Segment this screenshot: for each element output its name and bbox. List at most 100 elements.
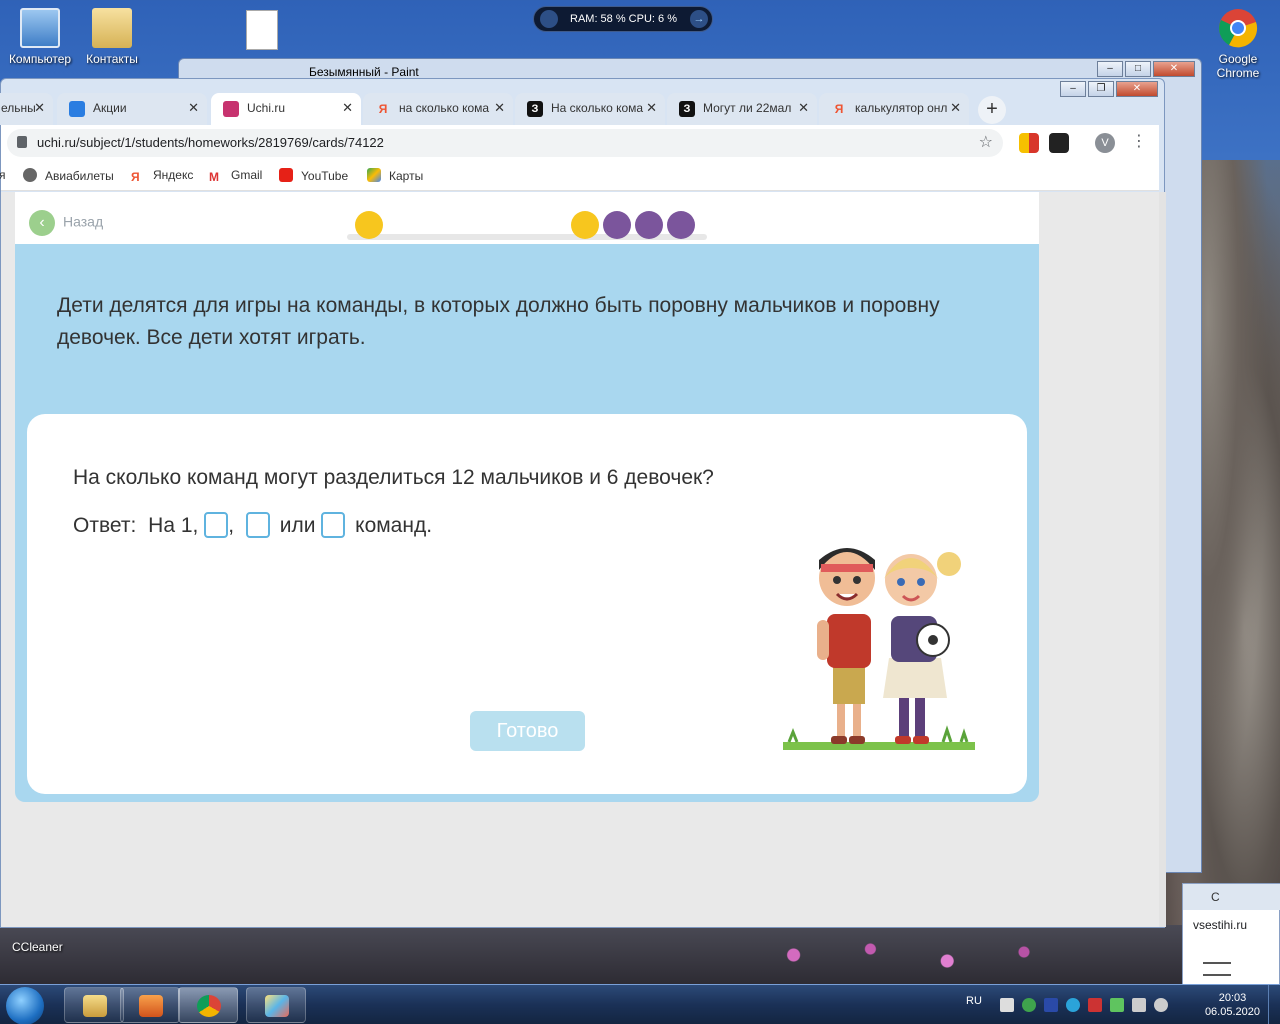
desktop-icon-ccleaner[interactable]: CCleaner <box>12 940 63 954</box>
tab-title: ельны <box>1 101 36 115</box>
chrome-icon <box>1219 9 1258 48</box>
chrome-icon <box>197 995 221 1017</box>
tab-1[interactable]: Акции ✕ <box>57 93 207 125</box>
clock[interactable]: 20:03 06.05.2020 <box>1205 991 1260 1019</box>
document-icon <box>246 10 278 50</box>
secondary-url[interactable]: vsestihi.ru <box>1193 918 1247 932</box>
secondary-tab[interactable]: С <box>1183 884 1280 910</box>
answer-blank-1[interactable] <box>204 512 229 538</box>
menu-kebab-icon[interactable]: ⋮ <box>1131 131 1147 151</box>
punto-icon[interactable] <box>1044 998 1058 1012</box>
task-intro: Дети делятся для игры на команды, в кото… <box>57 294 940 349</box>
chevron-left-icon: ‹ <box>29 210 55 236</box>
system-monitor-gadget: RAM: 58 % CPU: 6 % → <box>533 6 713 32</box>
bookmark-item-yandex[interactable]: Я Яндекс <box>131 168 193 184</box>
start-button[interactable] <box>6 987 44 1024</box>
desktop-icon-document[interactable] <box>222 10 302 54</box>
browser-window: – ❐ ✕ ельны ✕ Акции ✕ Uchi.ru ✕ Я на ско… <box>0 78 1166 928</box>
tab-title: Uchi.ru <box>247 101 286 115</box>
taskbar-media-player[interactable] <box>120 987 180 1023</box>
cc-icon[interactable] <box>1022 998 1036 1012</box>
stocks-icon <box>69 101 85 117</box>
progress-dot <box>571 211 599 239</box>
desktop-wallpaper-ground <box>0 925 1280 985</box>
progress-dot <box>667 211 695 239</box>
bookmark-item-youtube[interactable]: YouTube <box>279 168 348 183</box>
bookmark-item-aviatickets[interactable]: Авиабилеты <box>23 168 114 183</box>
bookmark-item-maps[interactable]: Карты <box>367 168 423 183</box>
desktop-icon-contacts[interactable]: Контакты <box>72 8 152 66</box>
lock-icon[interactable] <box>17 136 27 148</box>
znanija-icon: З <box>527 101 543 117</box>
globe-icon <box>23 168 37 182</box>
answer-sep-2: или <box>279 514 316 537</box>
clock-time: 20:03 <box>1218 992 1247 1004</box>
arrow-right-icon[interactable]: → <box>690 10 708 28</box>
close-tab-icon[interactable]: ✕ <box>494 93 505 123</box>
folder-icon <box>92 8 132 48</box>
tab-title: На сколько кома <box>551 101 644 115</box>
address-bar[interactable]: uchi.ru/subject/1/students/homeworks/281… <box>7 129 1003 157</box>
progress-dot <box>603 211 631 239</box>
tab-strip: ельны ✕ Акции ✕ Uchi.ru ✕ Я на сколько к… <box>0 93 1161 125</box>
new-tab-button[interactable]: + <box>978 96 1006 124</box>
browser-toolbar: uchi.ru/subject/1/students/homeworks/281… <box>1 125 1159 161</box>
secondary-browser-window[interactable]: С vsestihi.ru <box>1182 883 1280 985</box>
kids-illustration <box>783 548 975 750</box>
taskbar-paint[interactable] <box>246 987 306 1023</box>
close-button[interactable]: ✕ <box>1153 61 1195 77</box>
tab-4[interactable]: З На сколько кома ✕ <box>515 93 665 125</box>
maximize-button[interactable]: □ <box>1125 61 1151 77</box>
close-tab-icon[interactable]: ✕ <box>188 93 199 123</box>
minimize-button[interactable]: – <box>1097 61 1123 77</box>
language-indicator[interactable]: RU <box>966 995 982 1007</box>
gmail-icon: M <box>209 170 219 184</box>
close-tab-icon[interactable]: ✕ <box>798 93 809 123</box>
tab-2[interactable]: Uchi.ru ✕ <box>211 93 361 125</box>
answer-label: Ответ: <box>73 514 137 537</box>
flag-icon[interactable] <box>1000 998 1014 1012</box>
desktop-icon-label: Контакты <box>86 52 138 66</box>
volume-icon[interactable] <box>1154 998 1168 1012</box>
desktop-icon-label: Google <box>1218 52 1258 66</box>
taskbar: RU 20:03 06.05.2020 <box>0 984 1280 1024</box>
answer-row: Ответ: На 1, , или команд. <box>73 512 432 538</box>
download-icon[interactable] <box>1110 998 1124 1012</box>
answer-blank-3[interactable] <box>321 512 346 538</box>
extension-bookmark-icon[interactable] <box>1019 133 1039 153</box>
page-scrollbar[interactable] <box>1159 192 1166 927</box>
taskbar-explorer[interactable] <box>64 987 124 1023</box>
tab-6[interactable]: Я калькулятор онл ✕ <box>819 93 969 125</box>
url-text[interactable]: uchi.ru/subject/1/students/homeworks/281… <box>37 135 384 150</box>
yandex-icon: Я <box>834 102 844 116</box>
close-tab-icon[interactable]: ✕ <box>342 93 353 123</box>
network-icon[interactable] <box>1132 998 1146 1012</box>
close-tab-icon[interactable]: ✕ <box>34 93 45 123</box>
answer-blank-2[interactable] <box>245 512 270 538</box>
bookmark-item-0[interactable]: я <box>0 168 6 182</box>
back-button[interactable]: ‹ Назад <box>29 210 103 236</box>
bookmark-label: Карты <box>389 169 424 183</box>
tab-title: калькулятор онл <box>855 101 948 115</box>
yandex-icon: Я <box>131 170 140 184</box>
tab-5[interactable]: З Могут ли 22мал ✕ <box>667 93 817 125</box>
desktop-icon-chrome[interactable]: Google Chrome <box>1198 8 1278 80</box>
skype-icon[interactable] <box>1066 998 1080 1012</box>
page-viewport: ‹ Назад Дети делятся для игры на команды,… <box>1 192 1159 927</box>
tool-icon[interactable] <box>1088 998 1102 1012</box>
task-panel: На сколько команд могут разделиться 12 м… <box>27 414 1027 794</box>
bookmark-star-icon[interactable]: ☆ <box>979 132 993 152</box>
show-desktop-button[interactable] <box>1268 985 1280 1024</box>
close-tab-icon[interactable]: ✕ <box>646 93 657 123</box>
profile-avatar[interactable]: V <box>1095 133 1115 153</box>
submit-button[interactable]: Готово <box>470 711 585 751</box>
tab-0[interactable]: ельны ✕ <box>0 93 53 125</box>
desktop-icon-computer[interactable]: Компьютер <box>0 8 80 66</box>
taskbar-chrome[interactable] <box>178 987 238 1023</box>
bookmark-item-gmail[interactable]: M Gmail <box>209 168 262 184</box>
maps-icon <box>367 168 381 182</box>
tab-3[interactable]: Я на сколько кома ✕ <box>363 93 513 125</box>
extension-glasses-icon[interactable] <box>1049 133 1069 153</box>
close-tab-icon[interactable]: ✕ <box>950 93 961 123</box>
hamburger-menu-icon[interactable] <box>1203 962 1231 976</box>
